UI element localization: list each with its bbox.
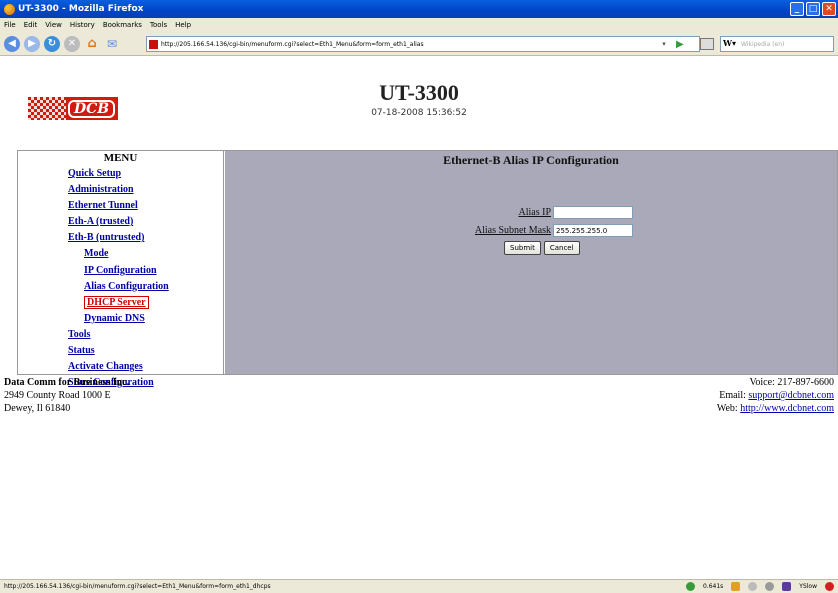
menu-item-activate-changes[interactable]: Activate Changes (18, 359, 223, 375)
search-placeholder: Wikipedia (en) (741, 40, 785, 48)
menu-item-administration[interactable]: Administration (18, 182, 223, 198)
cancel-button[interactable]: Cancel (543, 241, 580, 255)
menu-file[interactable]: File (4, 21, 16, 29)
menu-history[interactable]: History (70, 21, 95, 29)
submit-button[interactable]: Submit (504, 241, 541, 255)
menu-item-eth-b[interactable]: Eth-B (untrusted) (18, 230, 223, 246)
page-datetime: 07-18-2008 15:36:52 (371, 108, 467, 118)
alias-mask-field[interactable] (553, 224, 633, 237)
web-line: Web: http://www.dcbnet.com (717, 402, 834, 415)
minimize-icon[interactable]: _ (790, 2, 804, 16)
yslow-label[interactable]: YSlow (799, 583, 817, 590)
menu-item-status[interactable]: Status (18, 343, 223, 359)
stop-icon[interactable]: ✕ (64, 35, 80, 52)
page-content: DCB UT-3300 07-18-2008 15:36:52 MENU Qui… (0, 56, 838, 579)
menu-item-alias-configuration[interactable]: Alias Configuration (18, 279, 223, 295)
menu-item-eth-a[interactable]: Eth-A (trusted) (18, 214, 223, 230)
search-input[interactable]: W▾ Wikipedia (en) (720, 36, 834, 52)
home-icon[interactable]: ⌂ (84, 36, 100, 52)
window-title: UT-3300 - Mozilla Firefox (18, 4, 144, 14)
footer-contact: Voice: 217-897-6600 Email: support@dcbne… (717, 376, 834, 415)
menu-tools[interactable]: Tools (150, 21, 167, 29)
email-label: Email: (719, 390, 746, 401)
wikipedia-icon[interactable]: W▾ (723, 38, 736, 48)
s-icon[interactable] (731, 582, 741, 591)
maximize-icon[interactable]: □ (806, 2, 820, 16)
menu-item-tools[interactable]: Tools (18, 327, 223, 343)
alias-ip-row: Alias IP (425, 206, 633, 219)
form-panel: Ethernet-B Alias IP Configuration Alias … (225, 151, 837, 374)
navigation-toolbar: ◀ ▶ ↻ ✕ ⌂ ✉ http://205.166.54.136/cgi-bi… (0, 32, 838, 56)
footer-address: Data Comm for Business Inc. 2949 County … (4, 376, 129, 415)
close-icon[interactable]: ✕ (822, 2, 836, 16)
menu-item-ethernet-tunnel[interactable]: Ethernet Tunnel (18, 198, 223, 214)
menu-item-dynamic-dns[interactable]: Dynamic DNS (18, 311, 223, 327)
menu-item-mode[interactable]: Mode (18, 246, 223, 262)
menu-edit[interactable]: Edit (24, 21, 38, 29)
voice-number: Voice: 217-897-6600 (749, 377, 834, 388)
timing-text: 0.641s (702, 583, 724, 590)
address-line-1: 2949 County Road 1000 E (4, 390, 111, 401)
status-addons: 0.641s YSlow (685, 582, 834, 591)
alias-ip-field[interactable] (553, 206, 633, 219)
reload-icon[interactable]: ↻ (44, 35, 60, 52)
menu-help[interactable]: Help (175, 21, 191, 29)
side-menu: MENU Quick Setup Administration Ethernet… (18, 151, 224, 388)
form-title: Ethernet-B Alias IP Configuration (443, 153, 619, 167)
adblock-icon[interactable] (825, 582, 834, 591)
forward-icon[interactable]: ▶ (24, 35, 40, 52)
site-favicon-icon (149, 40, 158, 49)
company-name: Data Comm for Business Inc. (4, 377, 130, 388)
alias-ip-label: Alias IP (518, 207, 552, 218)
menu-item-ip-configuration[interactable]: IP Configuration (18, 263, 223, 279)
status-text: http://205.166.54.136/cgi-bin/menuform.c… (4, 583, 271, 590)
page-header: DCB UT-3300 07-18-2008 15:36:52 (0, 56, 838, 151)
menu-item-dhcp-server[interactable]: DHCP Server (18, 295, 223, 311)
alias-mask-row: Alias Subnet Mask (425, 224, 633, 237)
web-label: Web: (716, 403, 738, 414)
firefox-icon (4, 3, 15, 15)
status-bar: http://205.166.54.136/cgi-bin/menuform.c… (0, 579, 838, 593)
yslow-icon[interactable] (782, 582, 792, 591)
window-controls: _ □ ✕ (790, 2, 836, 16)
mail-icon[interactable]: ✉ (104, 36, 120, 52)
email-line: Email: support@dcbnet.com (717, 389, 834, 402)
timing-icon (685, 582, 695, 591)
address-dropdown-icon[interactable]: ▾ (654, 36, 674, 52)
browser-menubar: File Edit View History Bookmarks Tools H… (0, 18, 838, 32)
menu-item-dhcp-server-label: DHCP Server (84, 295, 149, 309)
email-link[interactable]: support@dcbnet.com (748, 390, 834, 401)
menu-bookmarks[interactable]: Bookmarks (103, 21, 142, 29)
menu-view[interactable]: View (45, 21, 62, 29)
window-title-bar: UT-3300 - Mozilla Firefox _ □ ✕ (0, 0, 838, 18)
page-title: UT-3300 (379, 80, 459, 105)
print-icon[interactable] (700, 38, 714, 50)
address-text: http://205.166.54.136/cgi-bin/menuform.c… (161, 40, 424, 48)
alias-mask-label: Alias Subnet Mask (474, 225, 551, 236)
web-link[interactable]: http://www.dcbnet.com (740, 403, 834, 414)
gear-icon[interactable] (765, 582, 775, 591)
go-icon[interactable]: ▶ (676, 36, 690, 52)
back-icon[interactable]: ◀ (4, 35, 20, 52)
disabled-icon[interactable] (748, 582, 758, 591)
menu-title: MENU (103, 152, 138, 164)
address-bar[interactable]: http://205.166.54.136/cgi-bin/menuform.c… (146, 36, 700, 52)
form-buttons: Submit Cancel (504, 241, 580, 255)
address-line-2: Dewey, Il 61840 (4, 403, 71, 414)
main-layout: MENU Quick Setup Administration Ethernet… (17, 150, 838, 388)
menu-item-quick-setup[interactable]: Quick Setup (18, 166, 223, 182)
